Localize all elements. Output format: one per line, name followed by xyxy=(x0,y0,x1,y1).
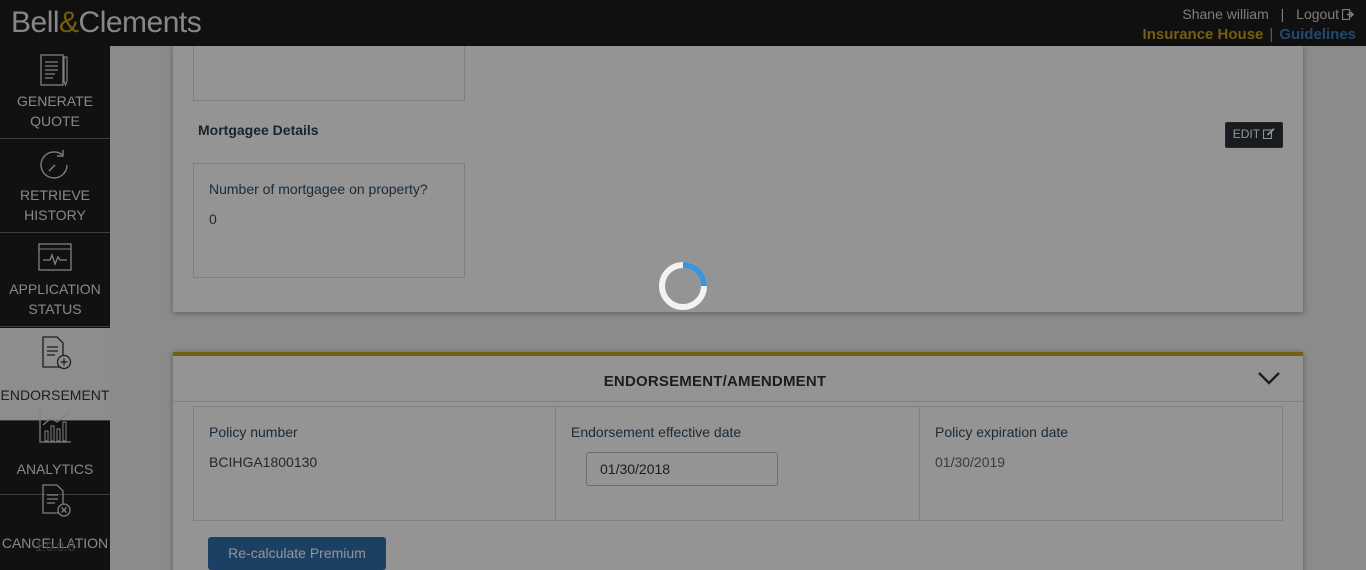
loading-spinner-icon xyxy=(659,262,707,310)
